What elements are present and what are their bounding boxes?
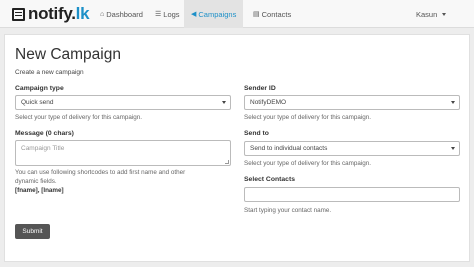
nav-item-campaigns[interactable]: ◀ Campaigns	[184, 0, 244, 28]
nav-item-label: Contacts	[261, 9, 292, 19]
campaign-type-select[interactable]: Quick send	[15, 95, 231, 110]
sender-id-help: Select your type of delivery for this ca…	[244, 114, 372, 121]
shortcodes-help-line-1: You can use following shortcodes to add …	[15, 169, 186, 176]
send-to-value: Send to individual contacts	[250, 145, 328, 152]
resize-grip-icon[interactable]	[225, 160, 229, 164]
home-icon: ⌂	[100, 10, 105, 18]
brand-name: notify	[28, 4, 72, 23]
chevron-down-icon	[222, 101, 226, 104]
message-label: Message (0 chars)	[15, 130, 74, 137]
select-contacts-field[interactable]	[250, 191, 459, 198]
brand-logo[interactable]: notify.lk	[12, 4, 90, 23]
user-menu[interactable]: Kasun	[409, 0, 453, 28]
user-name: Kasun	[416, 9, 438, 19]
campaign-type-label: Campaign type	[15, 85, 64, 92]
nav-item-label: Dashboard	[106, 9, 143, 19]
chevron-down-icon	[442, 12, 447, 16]
nav-item-dashboard[interactable]: ⌂ Dashboard	[93, 0, 150, 28]
nav-item-label: Logs	[163, 9, 180, 19]
chevron-down-icon	[451, 101, 455, 104]
list-icon: ☰	[155, 11, 162, 18]
page-subtitle: Create a new campaign	[15, 69, 84, 76]
top-navbar: notify.lk ⌂ Dashboard ☰ Logs ◀ Campaigns…	[0, 0, 474, 28]
nav-item-contacts[interactable]: ▤ Contacts	[246, 0, 298, 28]
select-contacts-help: Start typing your contact name.	[244, 207, 332, 214]
shortcodes-help-line-2: dynamic fields.	[15, 178, 57, 185]
brand-tld: lk	[75, 4, 90, 23]
send-to-help: Select your type of delivery for this ca…	[244, 160, 372, 167]
message-placeholder: Campaign Title	[21, 145, 65, 152]
chevron-down-icon	[451, 147, 455, 150]
campaign-form-panel: New Campaign Create a new campaign Campa…	[4, 34, 470, 262]
sender-id-label: Sender ID	[244, 85, 276, 92]
shortcodes-list: [fname], [lname]	[15, 187, 64, 194]
nav-item-label: Campaigns	[198, 9, 237, 19]
sender-id-select[interactable]: NotifyDEMO	[244, 95, 460, 110]
select-contacts-label: Select Contacts	[244, 176, 295, 183]
message-textarea[interactable]: Campaign Title	[15, 140, 231, 166]
notify-logo-icon	[12, 7, 25, 21]
send-to-label: Send to	[244, 130, 269, 137]
select-contacts-input[interactable]	[244, 187, 460, 202]
megaphone-icon: ◀	[191, 11, 197, 18]
page-title: New Campaign	[15, 46, 121, 63]
campaign-type-value: Quick send	[21, 99, 54, 106]
send-to-select[interactable]: Send to individual contacts	[244, 141, 460, 156]
campaign-type-help: Select your type of delivery for this ca…	[15, 114, 143, 121]
submit-button[interactable]: Submit	[15, 224, 50, 239]
sender-id-value: NotifyDEMO	[250, 99, 287, 106]
nav-item-logs[interactable]: ☰ Logs	[148, 0, 187, 28]
contacts-icon: ▤	[253, 11, 260, 18]
